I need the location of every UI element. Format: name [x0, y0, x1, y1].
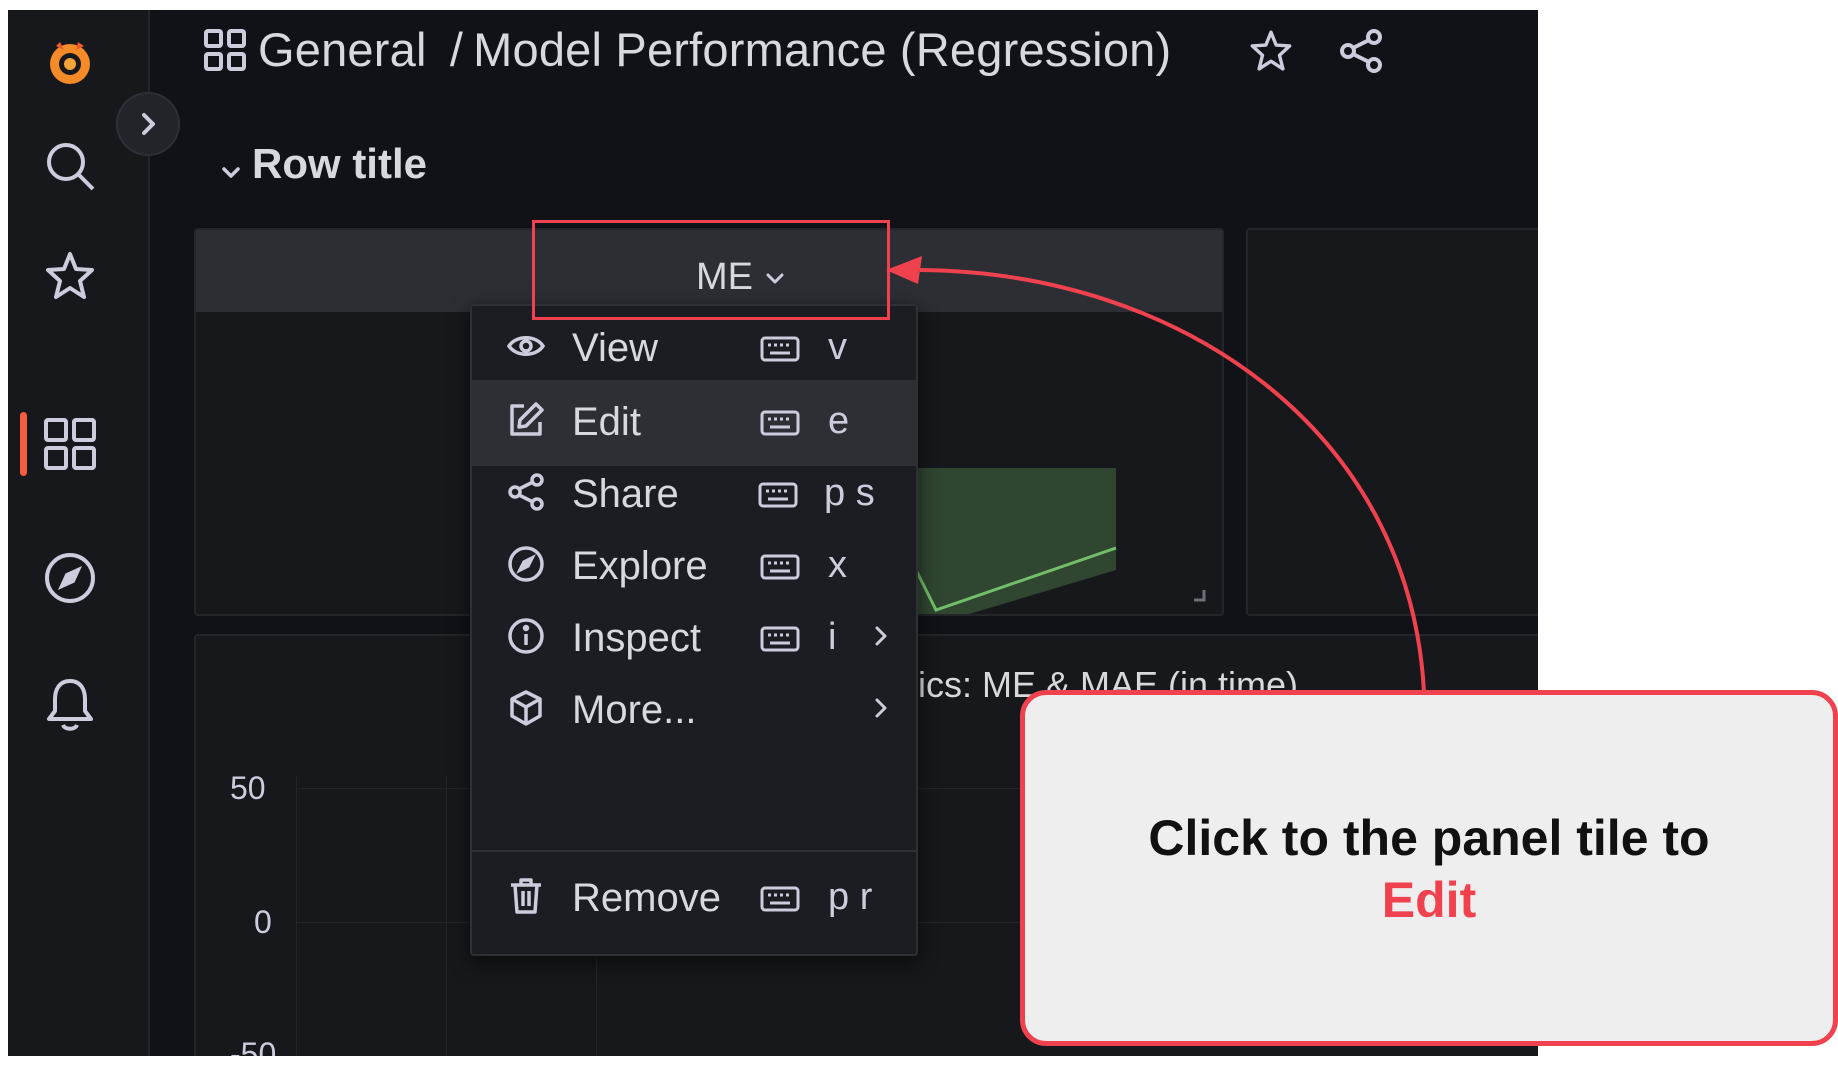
breadcrumb-dashboard-title[interactable]: Model Performance (Regression)	[473, 23, 1171, 76]
chevron-down-icon	[222, 167, 240, 178]
search-icon[interactable]	[40, 136, 100, 196]
eye-icon	[506, 336, 546, 356]
star-icon[interactable]	[40, 246, 100, 306]
menu-item-remove[interactable]: Remove p r	[472, 856, 916, 942]
menu-item-label: Share	[572, 472, 679, 516]
cube-icon	[510, 690, 542, 726]
info-icon	[508, 618, 544, 654]
keyboard-icon	[760, 886, 800, 912]
menu-item-label: More...	[572, 688, 697, 732]
area-fill	[916, 468, 1116, 614]
share-icon	[508, 473, 544, 511]
keyboard-icon	[760, 554, 800, 580]
mark-favorite-button[interactable]	[1248, 28, 1294, 79]
menu-item-label: Inspect	[572, 616, 701, 660]
explore-compass-icon[interactable]	[40, 548, 100, 608]
compass-icon	[508, 546, 544, 582]
menu-shortcut: p s	[824, 472, 875, 514]
keyboard-icon	[760, 410, 800, 436]
menu-item-label: View	[572, 326, 658, 370]
keyboard-icon	[760, 336, 800, 362]
menu-shortcut: e	[828, 400, 850, 442]
keyboard-icon	[758, 482, 798, 508]
menu-item-more[interactable]: More...	[472, 668, 916, 754]
row-title: Row title	[252, 140, 427, 187]
menu-shortcut: x	[828, 544, 847, 586]
panel-context-menu: View v Edit e Share p s Explore x Inspec…	[470, 304, 918, 956]
annotation-callout: Click to the panel tile to Edit	[1020, 690, 1838, 1046]
bell-icon[interactable]	[40, 674, 100, 734]
panel-right[interactable]	[1246, 228, 1538, 616]
share-dashboard-button[interactable]	[1338, 28, 1384, 79]
menu-shortcut: p r	[828, 876, 873, 918]
resize-handle-icon[interactable]	[1194, 590, 1206, 602]
menu-divider	[472, 850, 916, 852]
active-nav-indicator	[20, 412, 27, 476]
edit-icon	[510, 402, 544, 436]
sidebar	[8, 10, 150, 1056]
gridline	[296, 776, 297, 1056]
keyboard-icon	[760, 626, 800, 652]
callout-instruction: Click to the panel tile to	[1148, 810, 1710, 866]
grafana-logo-icon[interactable]	[40, 32, 100, 92]
dashboards-icon[interactable]	[40, 414, 100, 474]
top-bar: General / Model Performance (Regression)	[148, 10, 1538, 110]
expand-sidebar-button[interactable]	[116, 92, 180, 156]
menu-shortcut: i	[828, 616, 837, 658]
y-tick-label: 0	[254, 904, 272, 940]
menu-item-label: Edit	[572, 400, 641, 444]
breadcrumb-separator: /	[449, 23, 464, 76]
menu-item-label: Remove	[572, 876, 721, 920]
callout-text: Click to the panel tile to Edit	[1025, 807, 1833, 931]
y-tick-label: -50	[230, 1036, 277, 1056]
chevron-right-icon	[142, 113, 155, 135]
callout-accent: Edit	[1381, 872, 1477, 928]
chevron-right-icon	[875, 626, 887, 646]
breadcrumb: General / Model Performance (Regression)	[258, 22, 1171, 77]
chevron-right-icon	[875, 698, 887, 718]
share-icon	[1340, 29, 1382, 73]
dashboard-grid-icon	[203, 28, 247, 77]
gridline	[446, 776, 447, 1056]
breadcrumb-folder[interactable]: General	[258, 23, 427, 76]
panel-title-highlight	[532, 220, 890, 320]
menu-shortcut: v	[828, 326, 847, 368]
menu-item-label: Explore	[572, 544, 708, 588]
y-tick-label: 50	[230, 770, 266, 806]
trash-icon	[511, 878, 541, 914]
star-icon	[1250, 30, 1292, 71]
